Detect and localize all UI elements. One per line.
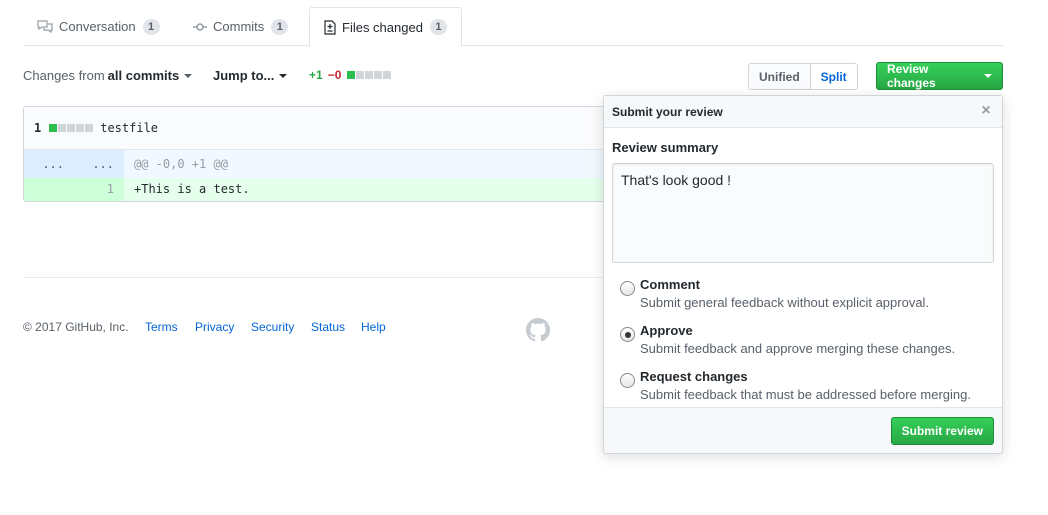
diffstat-block — [365, 71, 374, 79]
file-diffstat-blocks — [49, 124, 94, 132]
comment-discussion-icon — [37, 19, 53, 34]
diffstat-block — [85, 124, 94, 132]
tab-count: 1 — [142, 18, 160, 35]
github-mark-icon[interactable] — [526, 318, 550, 345]
footer-link-security[interactable]: Security — [251, 320, 294, 334]
caret-down-icon — [279, 73, 288, 78]
deletions-count: −0 — [327, 68, 342, 82]
option-title: Request changes — [640, 369, 748, 384]
option-description: Submit general feedback without explicit… — [640, 295, 930, 310]
tab-count: 1 — [429, 19, 447, 35]
tab-conversation[interactable]: Conversation 1 — [23, 7, 174, 46]
footer-link-status[interactable]: Status — [311, 320, 345, 334]
popover-header: Submit your review × — [604, 96, 1002, 128]
popover-title: Submit your review — [612, 104, 723, 119]
review-changes-label: Review changes — [887, 62, 936, 90]
diffstat-block — [67, 124, 76, 132]
submit-review-popover: Submit your review × Review summary Comm… — [603, 95, 1003, 454]
diffstat-block — [76, 124, 85, 132]
popover-body: Review summary Comment Submit general fe… — [604, 128, 1002, 422]
diffstat-block — [356, 71, 365, 79]
footer-link-privacy[interactable]: Privacy — [195, 320, 234, 334]
tab-label: Commits — [213, 19, 265, 34]
jump-to-label: Jump to... — [213, 68, 275, 83]
file-name-link[interactable]: testfile — [100, 121, 158, 135]
split-button[interactable]: Split — [810, 63, 858, 90]
approve-radio[interactable] — [620, 327, 635, 342]
jump-to-dropdown[interactable]: Jump to... — [213, 68, 288, 83]
diffstat-block — [374, 71, 383, 79]
caret-down-icon — [184, 73, 193, 78]
diffstat: +1 −0 — [309, 68, 392, 82]
file-diff-icon — [324, 19, 336, 35]
unified-button[interactable]: Unified — [748, 63, 811, 90]
option-approve[interactable]: Approve Submit feedback and approve merg… — [612, 322, 994, 368]
new-line-number[interactable]: 1 — [74, 178, 124, 201]
diffstat-block — [383, 71, 392, 79]
review-summary-textarea[interactable] — [612, 163, 994, 263]
line-content: +This is a test. — [134, 182, 250, 196]
expand-left[interactable]: ... — [24, 150, 74, 178]
hunk-header: @@ -0,0 +1 @@ — [134, 157, 228, 171]
diffstat-block — [49, 124, 58, 132]
submit-review-button[interactable]: Submit review — [890, 417, 994, 445]
tab-files-changed[interactable]: Files changed 1 — [309, 7, 462, 47]
diffstat-block — [58, 124, 67, 132]
footer-link-terms[interactable]: Terms — [145, 320, 178, 334]
changes-from-dropdown[interactable]: Changes from all commits — [23, 68, 193, 83]
request-changes-radio[interactable] — [620, 373, 635, 388]
close-icon[interactable]: × — [978, 102, 994, 120]
option-comment[interactable]: Comment Submit general feedback without … — [612, 276, 994, 322]
diffstat-block — [347, 71, 356, 79]
old-line-number — [24, 178, 74, 201]
tab-commits[interactable]: Commits 1 — [179, 7, 302, 46]
option-title: Comment — [640, 277, 700, 292]
additions-count: +1 — [309, 68, 323, 82]
diffstat-blocks — [347, 71, 392, 79]
review-options: Comment Submit general feedback without … — [612, 276, 994, 414]
footer-link-help[interactable]: Help — [361, 320, 386, 334]
tab-label: Files changed — [342, 19, 423, 35]
option-title: Approve — [640, 323, 693, 338]
diff-view-toggle: Unified Split — [748, 63, 858, 90]
tab-count: 1 — [271, 18, 289, 35]
expand-right[interactable]: ... — [74, 150, 124, 178]
option-description: Submit feedback and approve merging thes… — [640, 341, 956, 356]
changes-from-label: Changes from — [23, 68, 105, 83]
changes-from-value: all commits — [107, 68, 180, 83]
comment-radio[interactable] — [620, 281, 635, 296]
option-description: Submit feedback that must be addressed b… — [640, 387, 971, 402]
review-summary-label: Review summary — [612, 140, 719, 155]
footer-copyright: © 2017 GitHub, Inc. — [23, 320, 129, 334]
git-commit-icon — [193, 20, 207, 34]
caret-down-icon — [984, 74, 992, 78]
diff-toolbar: Changes from all commits Jump to... +1 −… — [23, 62, 1003, 90]
pr-tabs: Conversation 1 Commits 1 Files changed 1 — [23, 7, 1003, 47]
review-changes-button[interactable]: Review changes — [876, 62, 1003, 90]
popover-footer: Submit review — [604, 407, 1002, 453]
tab-label: Conversation — [59, 19, 136, 34]
file-change-count: 1 — [34, 121, 42, 135]
